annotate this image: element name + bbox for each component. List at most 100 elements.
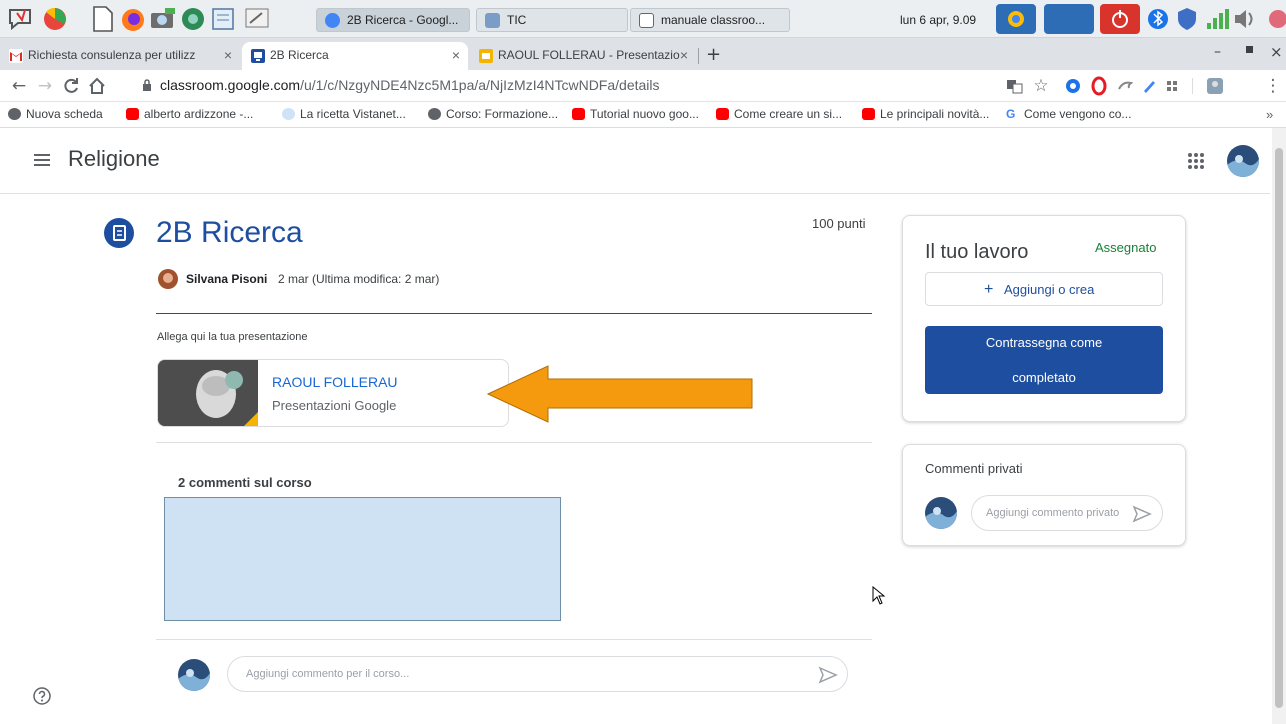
google-icon: G	[1006, 108, 1019, 120]
security-shield-icon[interactable]	[1174, 4, 1200, 34]
browser-menu-icon[interactable]: ⋮	[1262, 75, 1284, 97]
add-or-create-button[interactable]: + Aggiungi o crea	[925, 272, 1163, 306]
private-comments-card: Commenti privati Aggiungi commento priva…	[902, 444, 1186, 546]
class-comment-placeholder: Aggiungi commento per il corso...	[246, 668, 410, 680]
bookmarks-overflow-icon[interactable]: »	[1266, 107, 1273, 122]
assignment-date: 2 mar (Ultima modifica: 2 mar)	[278, 272, 440, 286]
plus-icon: +	[984, 281, 994, 298]
bookmark-vistanet[interactable]: La ricetta Vistanet...	[282, 107, 406, 121]
status-badge: Assegnato	[1095, 240, 1157, 255]
chrome-tray-icon[interactable]	[996, 4, 1036, 34]
maximize-window-icon[interactable]	[1246, 46, 1253, 53]
chromium-app-icon[interactable]	[178, 4, 208, 34]
grid-extension-icon[interactable]	[1162, 75, 1184, 97]
mark-as-done-button[interactable]: Contrassegna come completato	[925, 326, 1163, 394]
app-launcher-icon[interactable]	[40, 4, 70, 34]
file-manager-icon[interactable]	[88, 4, 118, 34]
class-comment-input[interactable]: Aggiungi commento per il corso...	[227, 656, 848, 692]
annotation-arrow	[486, 364, 756, 424]
document-icon	[639, 13, 654, 28]
browser-tab-classroom[interactable]: 2B Ricerca ×	[242, 42, 468, 70]
youtube-icon	[572, 108, 585, 120]
user-avatar[interactable]	[1227, 145, 1259, 177]
bookmark-youtube-1[interactable]: alberto ardizzone -...	[126, 107, 253, 121]
firefox-icon[interactable]	[118, 4, 148, 34]
lock-icon	[142, 78, 152, 91]
comments-divider	[156, 639, 872, 640]
tray-window-icon[interactable]	[1044, 4, 1094, 34]
close-tab-icon[interactable]: ×	[224, 47, 232, 63]
help-icon[interactable]	[32, 686, 52, 706]
bluetooth-icon[interactable]	[1146, 4, 1170, 34]
private-comment-placeholder: Aggiungi commento privato	[986, 507, 1120, 519]
slides-thumbnail	[158, 360, 258, 426]
mark-as-done-label-2: completato	[1012, 370, 1076, 385]
bookmark-new-tab[interactable]: Nuova scheda	[8, 107, 103, 121]
attachment-title[interactable]: RAOUL FOLLERAU	[272, 374, 398, 390]
profile-avatar-icon[interactable]	[1204, 75, 1226, 97]
volume-icon[interactable]	[1232, 4, 1258, 34]
attachment-type: Presentazioni Google	[272, 398, 397, 413]
taskbar-window-tic[interactable]: TIC	[476, 8, 628, 32]
hamburger-menu-icon[interactable]	[34, 152, 52, 168]
power-icon[interactable]	[1100, 4, 1140, 34]
browser-toolbar: ← → classroom.google.com/u/1/c/NzgyNDE4N…	[0, 70, 1286, 102]
class-comments-heading[interactable]: 2 commenti sul corso	[178, 475, 312, 490]
bookmark-star-icon[interactable]: ☆	[1030, 75, 1052, 97]
chrome-icon	[325, 13, 340, 28]
opera-extension-icon[interactable]	[1088, 75, 1110, 97]
send-icon[interactable]	[1132, 504, 1152, 524]
close-tab-icon[interactable]: ×	[452, 47, 460, 63]
screenshot-tool-icon[interactable]	[242, 4, 272, 34]
system-clock[interactable]: lun 6 apr, 9.09	[900, 13, 976, 27]
course-title[interactable]: Religione	[68, 146, 160, 172]
bookmark-corso[interactable]: Corso: Formazione...	[428, 107, 558, 121]
title-divider	[156, 313, 872, 314]
translate-icon[interactable]	[1004, 75, 1026, 97]
url-host: classroom.google.com	[160, 77, 301, 93]
taskbar-window-manual[interactable]: manuale classroo...	[630, 8, 790, 32]
slides-tab-icon	[479, 49, 493, 63]
close-window-icon[interactable]: ×	[1270, 43, 1283, 61]
bookmark-novita[interactable]: Le principali novità...	[862, 107, 989, 121]
text-editor-icon[interactable]	[208, 4, 238, 34]
author-avatar	[158, 269, 178, 289]
assignment-icon	[104, 218, 134, 248]
forward-arrow-icon[interactable]: →	[34, 75, 56, 97]
back-arrow-icon[interactable]: ←	[8, 75, 30, 97]
browser-tab-strip: Richiesta consulenza per utilizz × 2B Ri…	[0, 38, 1286, 70]
author-name: Silvana Pisoni	[186, 272, 268, 286]
gmail-icon	[9, 49, 23, 63]
attachment-card[interactable]: RAOUL FOLLERAU Presentazioni Google	[157, 359, 509, 427]
camera-app-icon[interactable]	[148, 4, 178, 34]
section-divider	[156, 442, 872, 443]
drop-icon	[282, 108, 295, 120]
youtube-icon	[126, 108, 139, 120]
browser-tab-gmail[interactable]: Richiesta consulenza per utilizz ×	[0, 42, 240, 70]
extension-blue-icon[interactable]	[1062, 75, 1084, 97]
bookmark-google[interactable]: G Come vengono co...	[1006, 107, 1131, 121]
extension-puzzle-icon[interactable]	[1114, 75, 1136, 97]
pencil-extension-icon[interactable]	[1138, 75, 1160, 97]
reload-icon[interactable]	[60, 75, 82, 97]
mouse-cursor-icon	[872, 585, 886, 606]
chat-launcher-icon[interactable]	[6, 4, 36, 34]
apps-grid-icon[interactable]	[1187, 152, 1205, 170]
redacted-comments-box	[164, 497, 561, 621]
tray-overflow-icon[interactable]	[1264, 4, 1286, 34]
signal-strength-icon[interactable]	[1204, 4, 1230, 34]
bookmark-come-creare[interactable]: Come creare un si...	[716, 107, 842, 121]
browser-tab-slides[interactable]: RAOUL FOLLERAU - Presentazio ×	[470, 42, 696, 70]
scrollbar-thumb[interactable]	[1275, 148, 1283, 708]
private-comment-input[interactable]: Aggiungi commento privato	[971, 495, 1163, 531]
home-icon[interactable]	[86, 75, 108, 97]
minimize-window-icon[interactable]: –	[1214, 44, 1221, 60]
taskbar-window-classroom[interactable]: 2B Ricerca - Googl...	[316, 8, 470, 32]
bookmark-tutorial[interactable]: Tutorial nuovo goo...	[572, 107, 699, 121]
send-icon[interactable]	[818, 665, 838, 685]
address-bar[interactable]: classroom.google.com/u/1/c/NzgyNDE4Nzc5M…	[140, 74, 1000, 98]
your-work-card: Il tuo lavoro Assegnato + Aggiungi o cre…	[902, 215, 1186, 422]
new-tab-button[interactable]: +	[706, 44, 721, 65]
commenter-avatar	[178, 659, 210, 691]
close-tab-icon[interactable]: ×	[680, 47, 688, 63]
